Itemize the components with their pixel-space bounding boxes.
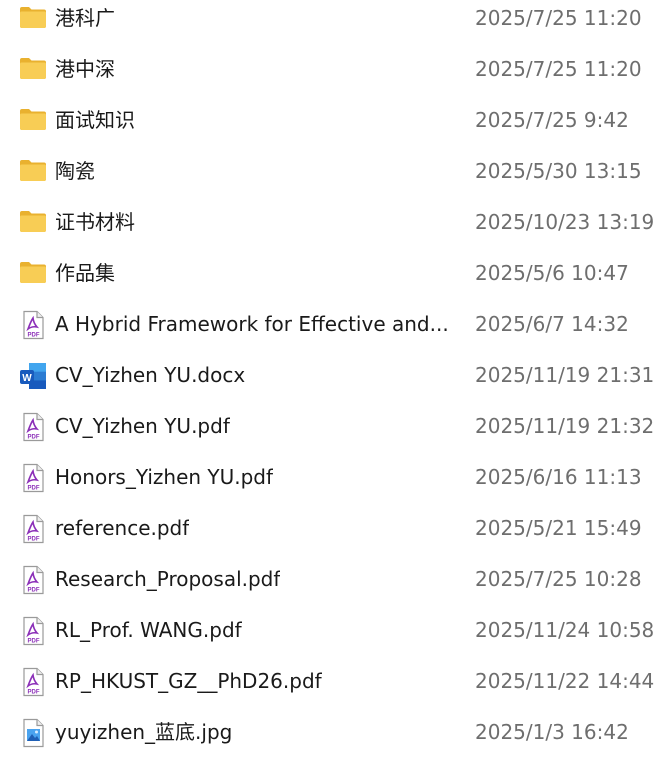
folder-icon bbox=[18, 55, 50, 83]
pdf-label: PDF bbox=[28, 333, 40, 339]
file-row-zuopinji[interactable]: 作品集 2025/5/6 10:47 bbox=[0, 257, 659, 308]
pdf-file-icon: PDF bbox=[18, 514, 50, 544]
file-name: 陶瓷 bbox=[55, 159, 95, 183]
file-row-cv-docx[interactable]: W CV_Yizhen YU.docx 2025/11/19 21:31 bbox=[0, 359, 659, 410]
file-name: 证书材料 bbox=[55, 210, 135, 234]
pdf-file-icon: PDF bbox=[18, 463, 50, 493]
pdf-label: PDF bbox=[28, 588, 40, 594]
pdf-label: PDF bbox=[28, 486, 40, 492]
file-modified-date: 2025/11/22 14:44 bbox=[475, 669, 655, 693]
file-name: 作品集 bbox=[55, 261, 115, 285]
pdf-file-icon: PDF bbox=[18, 667, 50, 697]
file-name: RP_HKUST_GZ__PhD26.pdf bbox=[55, 669, 322, 693]
file-name: 港中深 bbox=[55, 57, 115, 81]
file-modified-date: 2025/11/24 10:58 bbox=[475, 618, 655, 642]
file-modified-date: 2025/5/21 15:49 bbox=[475, 516, 642, 540]
folder-icon bbox=[18, 259, 50, 287]
file-name: Honors_Yizhen YU.pdf bbox=[55, 465, 274, 489]
file-name: 港科广 bbox=[55, 6, 115, 30]
file-modified-date: 2025/5/30 13:15 bbox=[475, 159, 642, 183]
file-row-cv-pdf[interactable]: PDF CV_Yizhen YU.pdf 2025/11/19 21:32 bbox=[0, 410, 659, 461]
file-row-reference-pdf[interactable]: PDF reference.pdf 2025/5/21 15:49 bbox=[0, 512, 659, 563]
file-list: 港科广 2025/7/25 11:20 港中深 2025/7/25 11:20 … bbox=[0, 0, 659, 764]
pdf-label: PDF bbox=[28, 690, 40, 696]
file-name: A Hybrid Framework for Effective and... bbox=[55, 312, 449, 336]
file-row-research-proposal-pdf[interactable]: PDF Research_Proposal.pdf 2025/7/25 10:2… bbox=[0, 563, 659, 614]
pdf-file-icon: PDF bbox=[18, 412, 50, 442]
word-file-icon: W bbox=[18, 361, 50, 389]
file-modified-date: 2025/10/23 13:19 bbox=[475, 210, 655, 234]
file-row-gangzhongshen[interactable]: 港中深 2025/7/25 11:20 bbox=[0, 53, 659, 104]
pdf-file-icon: PDF bbox=[18, 616, 50, 646]
file-modified-date: 2025/7/25 10:28 bbox=[475, 567, 642, 591]
file-row-photo-jpg[interactable]: yuyizhen_蓝底.jpg 2025/1/3 16:42 bbox=[0, 716, 659, 767]
file-row-rp-hkust-gz-pdf[interactable]: PDF RP_HKUST_GZ__PhD26.pdf 2025/11/22 14… bbox=[0, 665, 659, 716]
file-modified-date: 2025/11/19 21:32 bbox=[475, 414, 655, 438]
file-name: Research_Proposal.pdf bbox=[55, 567, 281, 591]
pdf-file-icon: PDF bbox=[18, 565, 50, 595]
folder-icon bbox=[18, 208, 50, 236]
file-name: CV_Yizhen YU.docx bbox=[55, 363, 246, 387]
file-row-gangkeguang[interactable]: 港科广 2025/7/25 11:20 bbox=[0, 2, 659, 53]
file-row-taoci[interactable]: 陶瓷 2025/5/30 13:15 bbox=[0, 155, 659, 206]
file-row-hybrid-framework-pdf[interactable]: PDF A Hybrid Framework for Effective and… bbox=[0, 308, 659, 359]
file-modified-date: 2025/6/16 11:13 bbox=[475, 465, 642, 489]
image-file-icon bbox=[18, 718, 50, 748]
file-name: RL_Prof. WANG.pdf bbox=[55, 618, 242, 642]
pdf-label: PDF bbox=[28, 639, 40, 645]
folder-icon bbox=[18, 106, 50, 134]
file-modified-date: 2025/7/25 9:42 bbox=[475, 108, 629, 132]
file-modified-date: 2025/5/6 10:47 bbox=[475, 261, 629, 285]
file-name: reference.pdf bbox=[55, 516, 190, 540]
file-modified-date: 2025/7/25 11:20 bbox=[475, 6, 642, 30]
pdf-label: PDF bbox=[28, 435, 40, 441]
pdf-label: PDF bbox=[28, 537, 40, 543]
file-row-rl-prof-wang-pdf[interactable]: PDF RL_Prof. WANG.pdf 2025/11/24 10:58 bbox=[0, 614, 659, 665]
file-row-honors-pdf[interactable]: PDF Honors_Yizhen YU.pdf 2025/6/16 11:13 bbox=[0, 461, 659, 512]
folder-icon bbox=[18, 4, 50, 32]
file-row-mianshi-zhishi[interactable]: 面试知识 2025/7/25 9:42 bbox=[0, 104, 659, 155]
file-modified-date: 2025/11/19 21:31 bbox=[475, 363, 655, 387]
file-name: yuyizhen_蓝底.jpg bbox=[55, 720, 233, 744]
file-name: CV_Yizhen YU.pdf bbox=[55, 414, 230, 438]
file-modified-date: 2025/6/7 14:32 bbox=[475, 312, 629, 336]
pdf-file-icon: PDF bbox=[18, 310, 50, 340]
file-name: 面试知识 bbox=[55, 108, 135, 132]
file-modified-date: 2025/7/25 11:20 bbox=[475, 57, 642, 81]
file-row-zhengshu-cailiao[interactable]: 证书材料 2025/10/23 13:19 bbox=[0, 206, 659, 257]
word-label: W bbox=[22, 373, 32, 384]
file-modified-date: 2025/1/3 16:42 bbox=[475, 720, 629, 744]
folder-icon bbox=[18, 157, 50, 185]
